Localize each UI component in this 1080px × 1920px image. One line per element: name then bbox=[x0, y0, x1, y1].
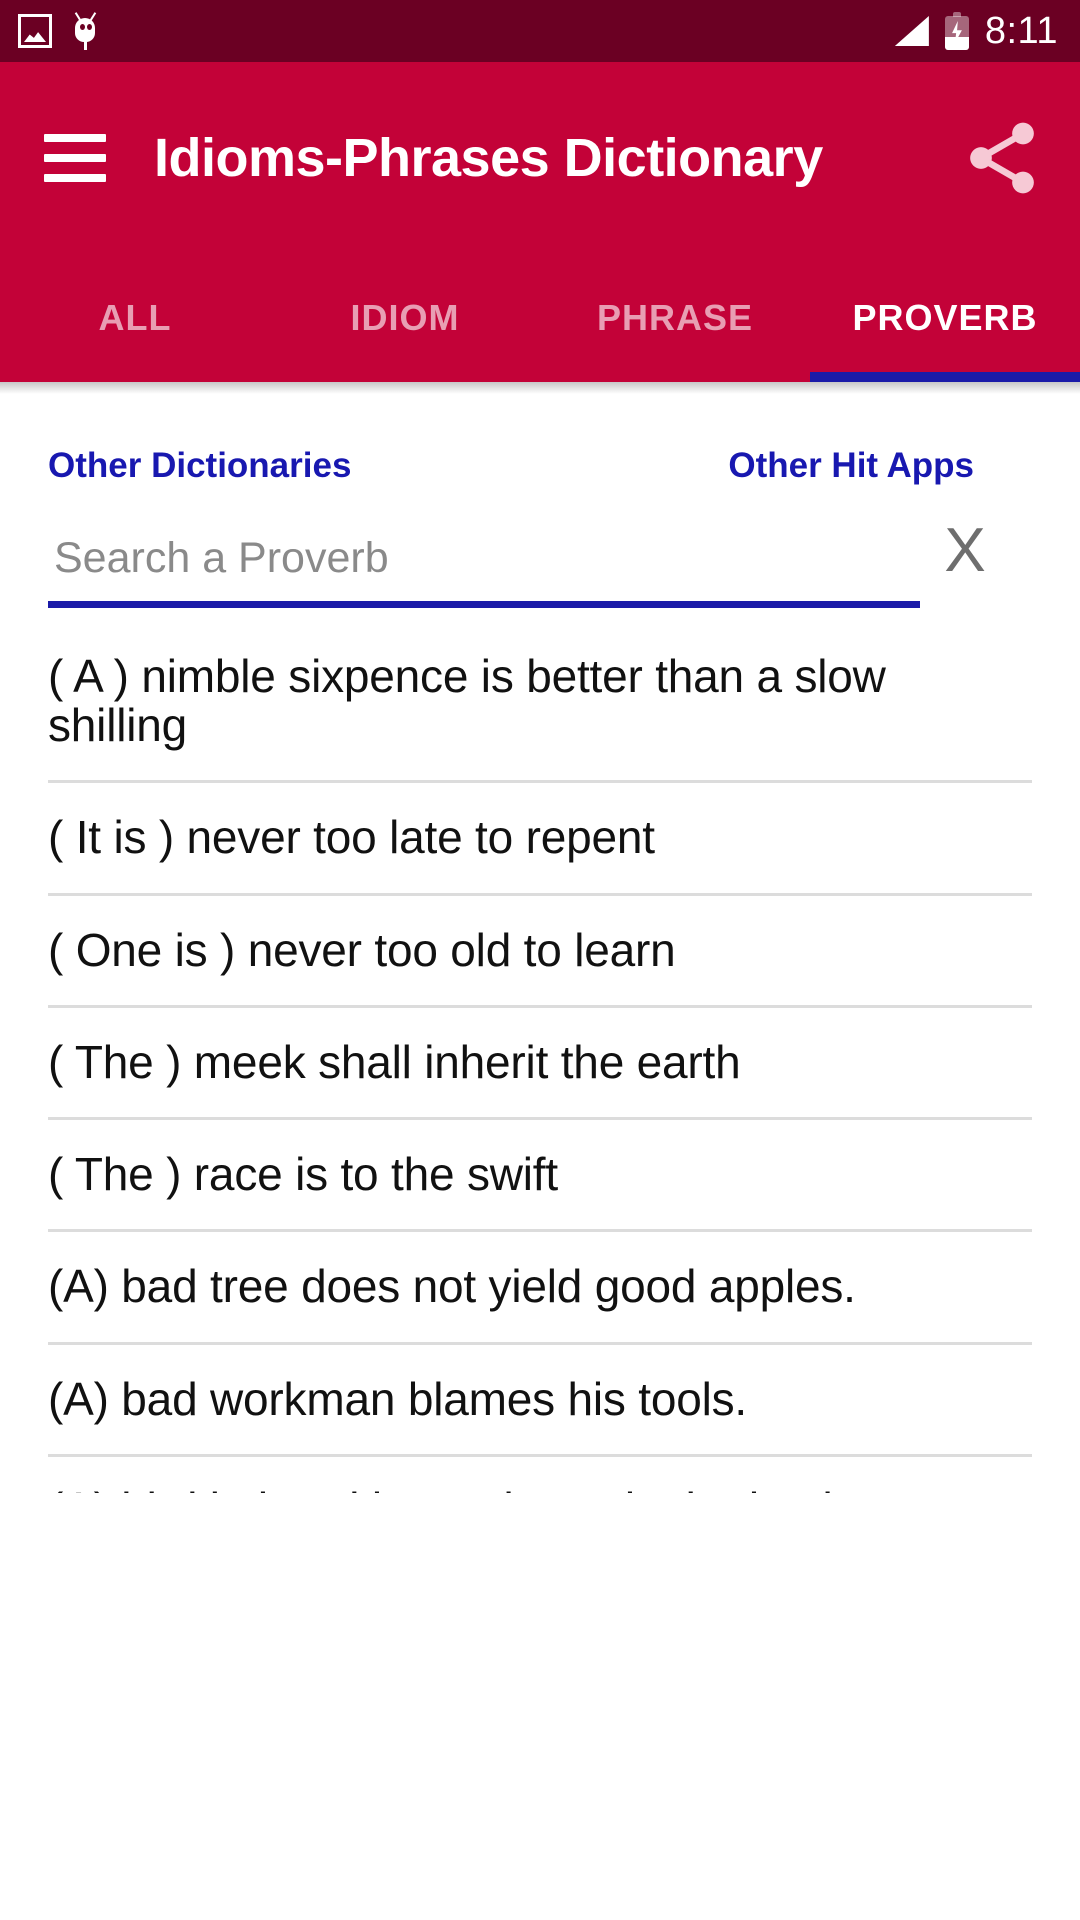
list-item[interactable]: ( It is ) never too late to repent bbox=[0, 783, 1080, 896]
tab-proverb[interactable]: PROVERB bbox=[810, 254, 1080, 382]
search-field bbox=[48, 534, 920, 608]
tab-bar: ALL IDIOM PHRASE PROVERB bbox=[0, 254, 1080, 382]
list-item[interactable]: ( The ) race is to the swift bbox=[0, 1120, 1080, 1233]
image-icon bbox=[18, 14, 52, 48]
other-hit-apps-link[interactable]: Other Hit Apps bbox=[728, 446, 974, 486]
list-item-label: (A) bad workman blames his tools. bbox=[48, 1372, 748, 1425]
list-item[interactable]: ( The ) meek shall inherit the earth bbox=[0, 1008, 1080, 1121]
status-bar: 8:11 bbox=[0, 0, 1080, 62]
list-item[interactable]: (A) bad workman blames his tools. bbox=[0, 1345, 1080, 1457]
list-item-label: ( The ) race is to the swift bbox=[48, 1148, 558, 1201]
list-item[interactable]: ( One is ) never too old to learn bbox=[0, 896, 1080, 1008]
android-bug-icon bbox=[70, 12, 100, 50]
search-bar: X bbox=[0, 486, 1080, 608]
hamburger-menu-icon[interactable] bbox=[44, 134, 106, 182]
app-bar-shadow bbox=[0, 382, 1080, 394]
share-icon[interactable] bbox=[960, 116, 1044, 200]
tab-active-indicator bbox=[810, 372, 1080, 382]
page-title: Idioms-Phrases Dictionary bbox=[154, 128, 823, 188]
proverb-list: ( A ) nimble sixpence is better than a s… bbox=[0, 622, 1080, 1493]
search-input[interactable] bbox=[48, 534, 920, 601]
clear-search-button[interactable]: X bbox=[920, 520, 1010, 582]
list-item[interactable]: (A) bird in hand is worth two in the bus… bbox=[0, 1457, 1080, 1493]
tab-idiom[interactable]: IDIOM bbox=[270, 254, 540, 382]
status-bar-clock: 8:11 bbox=[984, 9, 1058, 52]
other-dictionaries-link[interactable]: Other Dictionaries bbox=[48, 446, 351, 486]
list-item-label: ( The ) meek shall inherit the earth bbox=[48, 1035, 741, 1088]
list-item[interactable]: (A) bad tree does not yield good apples. bbox=[0, 1232, 1080, 1345]
status-bar-left-icons bbox=[18, 12, 100, 50]
app-screen: 8:11 Idioms-Phrases Dictionary ALL IDIOM… bbox=[0, 0, 1080, 1920]
list-item-label: ( A ) nimble sixpence is better than a s… bbox=[48, 650, 886, 752]
list-item-label: (A) bad tree does not yield good apples. bbox=[48, 1260, 856, 1313]
app-bar: Idioms-Phrases Dictionary bbox=[0, 62, 1080, 254]
list-item[interactable]: ( A ) nimble sixpence is better than a s… bbox=[0, 622, 1080, 784]
content-area: Other Dictionaries Other Hit Apps X ( A … bbox=[0, 394, 1080, 1493]
status-bar-right-icons: 8:11 bbox=[894, 9, 1058, 53]
tab-phrase[interactable]: PHRASE bbox=[540, 254, 810, 382]
tab-all[interactable]: ALL bbox=[0, 254, 270, 382]
search-underline bbox=[48, 601, 920, 608]
list-item-label: ( One is ) never too old to learn bbox=[48, 923, 676, 976]
list-item-label: ( It is ) never too late to repent bbox=[48, 811, 655, 864]
list-item-label: (A) bird in hand is worth two in the bus… bbox=[48, 1484, 1032, 1493]
battery-charging-icon bbox=[944, 12, 969, 50]
signal-icon bbox=[894, 16, 929, 46]
quick-links-row: Other Dictionaries Other Hit Apps bbox=[0, 394, 1080, 486]
